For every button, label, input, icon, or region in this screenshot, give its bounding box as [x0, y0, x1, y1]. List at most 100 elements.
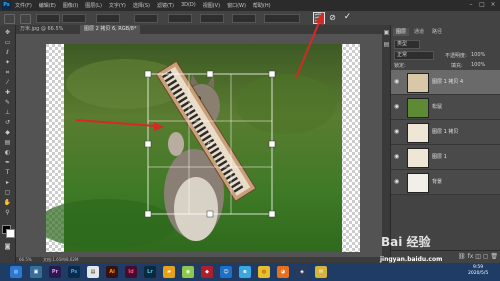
- file-explorer-icon[interactable]: ▣: [30, 266, 42, 278]
- eyedropper-tool-icon[interactable]: ⁄: [3, 79, 12, 87]
- visibility-eye-icon[interactable]: ◉: [394, 103, 402, 110]
- layer-name[interactable]: 背景: [432, 178, 442, 185]
- crop-tool-icon[interactable]: ⌗: [3, 69, 12, 77]
- layer-name[interactable]: 图层 1 拷贝 4: [432, 78, 463, 85]
- hand-tool-icon[interactable]: ✋: [3, 199, 12, 207]
- app-icon[interactable]: ▤: [87, 266, 99, 278]
- magic-wand-tool-icon[interactable]: ✦: [3, 59, 12, 67]
- quick-mask-icon[interactable]: ◙: [3, 243, 12, 251]
- close-button[interactable]: ×: [488, 1, 498, 9]
- handle-top[interactable]: [206, 70, 214, 78]
- stamp-tool-icon[interactable]: ⊥: [3, 109, 12, 117]
- tab-channels[interactable]: 通道: [411, 28, 427, 36]
- minimize-button[interactable]: –: [466, 1, 476, 9]
- height-field[interactable]: [134, 14, 158, 23]
- chrome-icon[interactable]: ◍: [258, 266, 270, 278]
- folder-icon[interactable]: ▰: [163, 266, 175, 278]
- menu-file[interactable]: 文件(F): [15, 2, 32, 9]
- zoom-level[interactable]: 66.5%: [19, 257, 32, 262]
- menu-help[interactable]: 帮助(H): [253, 2, 271, 9]
- eraser-tool-icon[interactable]: ◆: [3, 129, 12, 137]
- background-color-swatch[interactable]: [6, 229, 15, 238]
- tab-paths[interactable]: 路径: [429, 28, 445, 36]
- link-layers-icon[interactable]: ⛓: [458, 253, 466, 260]
- visibility-eye-icon[interactable]: ◉: [394, 128, 402, 135]
- menu-window[interactable]: 窗口(W): [227, 2, 246, 9]
- visibility-eye-icon[interactable]: ◉: [394, 78, 402, 85]
- reference-point-icon[interactable]: [20, 14, 31, 24]
- type-tool-icon[interactable]: T: [3, 169, 12, 177]
- start-icon[interactable]: ◎: [10, 266, 22, 278]
- fill-value[interactable]: 100%: [471, 62, 485, 68]
- healing-tool-icon[interactable]: ✚: [3, 89, 12, 97]
- layer-row[interactable]: ◉ 图层 1: [391, 145, 500, 170]
- firefox-icon[interactable]: ◕: [277, 266, 289, 278]
- h-skew-field[interactable]: [200, 14, 224, 23]
- layer-row[interactable]: ◉ 图层 1 拷贝: [391, 120, 500, 145]
- move-tool-icon[interactable]: ✥: [3, 29, 12, 37]
- commit-transform-icon[interactable]: ✓: [343, 13, 352, 22]
- delete-layer-icon[interactable]: 🗑: [490, 253, 498, 260]
- layer-row[interactable]: ◉ 背景: [391, 170, 500, 195]
- add-style-icon[interactable]: fx: [468, 253, 474, 260]
- system-clock[interactable]: 9:59 2020/5/5: [468, 265, 488, 277]
- y-field[interactable]: [62, 14, 86, 23]
- rotate-field[interactable]: [168, 14, 192, 23]
- pen-tool-icon[interactable]: ✒: [3, 159, 12, 167]
- layer-name[interactable]: 松鼠: [432, 103, 442, 110]
- indesign-icon[interactable]: Id: [125, 266, 137, 278]
- handle-bottom-left[interactable]: [144, 210, 152, 218]
- menu-select[interactable]: 选择(S): [133, 2, 150, 9]
- layer-row[interactable]: ◉ 图层 1 拷贝 4: [391, 70, 500, 95]
- menu-image[interactable]: 图像(I): [63, 2, 78, 9]
- handle-top-right[interactable]: [268, 70, 276, 78]
- tab-layers[interactable]: 图层: [393, 28, 410, 36]
- illustrator-icon[interactable]: Ai: [106, 266, 118, 278]
- lightroom-icon[interactable]: Lr: [144, 266, 156, 278]
- qq-icon[interactable]: ☺: [220, 266, 232, 278]
- browser-blue-icon[interactable]: e: [239, 266, 251, 278]
- app-green-icon[interactable]: ◉: [182, 266, 194, 278]
- layer-filter-select[interactable]: 类型: [394, 40, 420, 49]
- menu-type[interactable]: 文字(Y): [109, 2, 126, 9]
- tab-document-2[interactable]: 图层 2 拷贝 6, RGB/8*: [80, 25, 141, 34]
- opacity-value[interactable]: 100%: [471, 52, 485, 58]
- width-field[interactable]: [96, 14, 120, 23]
- marquee-tool-icon[interactable]: ▭: [3, 39, 12, 47]
- add-mask-icon[interactable]: ◫: [475, 253, 481, 260]
- handle-top-left[interactable]: [144, 70, 152, 78]
- photoshop-taskbar-icon[interactable]: Ps: [68, 266, 80, 278]
- path-select-tool-icon[interactable]: ▸: [3, 179, 12, 187]
- handle-left[interactable]: [144, 140, 152, 148]
- blend-mode-select[interactable]: 正常: [394, 51, 434, 60]
- handle-right[interactable]: [268, 140, 276, 148]
- menu-filter[interactable]: 滤镜(T): [157, 2, 174, 9]
- app-yellow-icon[interactable]: ✉: [315, 266, 327, 278]
- history-brush-tool-icon[interactable]: ↺: [3, 119, 12, 127]
- layer-name[interactable]: 图层 1 拷贝: [432, 128, 458, 135]
- app-dark-icon[interactable]: ◈: [296, 266, 308, 278]
- blur-tool-icon[interactable]: ◐: [3, 149, 12, 157]
- layer-row[interactable]: ◉ 松鼠: [391, 95, 500, 120]
- v-skew-field[interactable]: [232, 14, 256, 23]
- tab-document-1[interactable]: 万米.jpg @ 66.5%: [16, 25, 67, 34]
- menu-edit[interactable]: 编辑(E): [39, 2, 56, 9]
- x-field[interactable]: [36, 14, 60, 23]
- menu-3d[interactable]: 3D(D): [181, 2, 196, 9]
- brush-tool-icon[interactable]: ✎: [3, 99, 12, 107]
- visibility-eye-icon[interactable]: ◉: [394, 178, 402, 185]
- layer-name[interactable]: 图层 1: [432, 153, 447, 160]
- visibility-eye-icon[interactable]: ◉: [394, 153, 402, 160]
- app-red-icon[interactable]: ◆: [201, 266, 213, 278]
- shape-tool-icon[interactable]: ▢: [3, 189, 12, 197]
- handle-bottom[interactable]: [206, 210, 214, 218]
- tool-preset-button[interactable]: [4, 14, 15, 24]
- new-layer-icon[interactable]: ▢: [483, 253, 489, 260]
- maximize-button[interactable]: □: [477, 1, 487, 9]
- zoom-tool-icon[interactable]: ⚲: [3, 209, 12, 217]
- handle-bottom-right[interactable]: [268, 210, 276, 218]
- menu-view[interactable]: 视图(V): [203, 2, 220, 9]
- gradient-tool-icon[interactable]: ▤: [3, 139, 12, 147]
- premiere-icon[interactable]: Pr: [49, 266, 61, 278]
- lasso-tool-icon[interactable]: ℓ: [3, 49, 12, 57]
